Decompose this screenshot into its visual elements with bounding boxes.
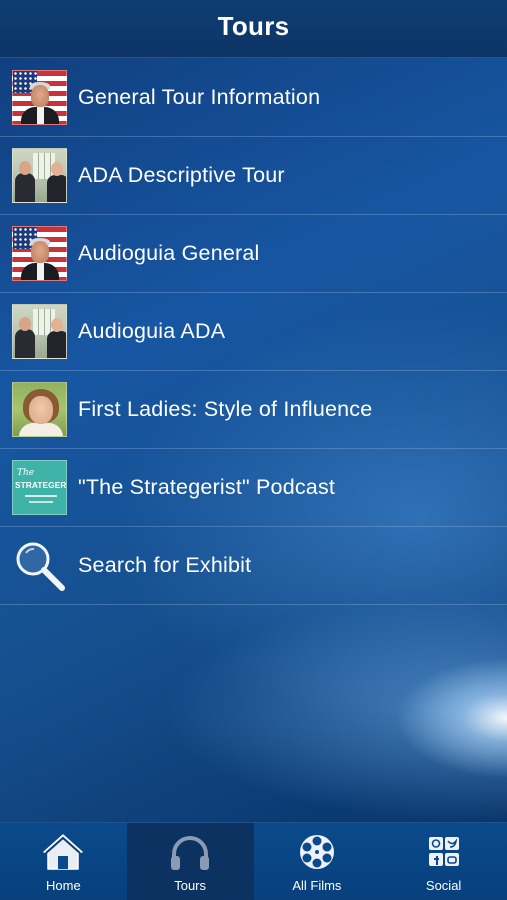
tab-social[interactable]: Social [380, 823, 507, 900]
tab-all-films[interactable]: All Films [254, 823, 381, 900]
tab-all-films-label: All Films [292, 878, 342, 893]
tour-item-audioguia-general[interactable]: Audioguia General [0, 215, 507, 293]
tour-item-label: First Ladies: Style of Influence [78, 397, 373, 421]
president-flag-photo [12, 70, 67, 125]
page-title: Tours [217, 11, 290, 41]
tour-item-label: Search for Exhibit [78, 553, 252, 577]
tab-social-label: Social [425, 878, 462, 893]
tab-tours[interactable]: Tours [126, 823, 254, 900]
tour-item-strategerist-podcast[interactable]: The STRATEGERIST "The Strategerist" Podc… [0, 449, 507, 527]
app-header: Tours [0, 0, 507, 58]
bottom-tab-bar: Home Tours All Films Social [0, 822, 507, 900]
tour-item-audioguia-ada[interactable]: Audioguia ADA [0, 293, 507, 371]
tour-item-label: ADA Descriptive Tour [78, 163, 285, 187]
tour-item-label: "The Strategerist" Podcast [78, 475, 336, 499]
search-for-exhibit-item[interactable]: Search for Exhibit [0, 527, 507, 605]
podcast-logo-line1: The [17, 468, 35, 478]
president-flag-photo [12, 226, 67, 281]
tour-item-first-ladies[interactable]: First Ladies: Style of Influence [0, 371, 507, 449]
social-grid-icon [422, 830, 466, 874]
podcast-logo-line2: STRATEGERIST [15, 480, 67, 490]
oval-office-photo [12, 304, 67, 359]
tour-item-general-tour-information[interactable]: General Tour Information [0, 59, 507, 137]
tab-tours-label: Tours [174, 878, 207, 893]
first-lady-photo [12, 382, 67, 437]
strategerist-podcast-logo: The STRATEGERIST [12, 460, 67, 515]
headphones-icon [168, 830, 212, 874]
tab-home-label: Home [46, 878, 81, 893]
tab-home[interactable]: Home [0, 823, 127, 900]
tour-item-label: Audioguia General [78, 241, 260, 265]
tour-item-label: Audioguia ADA [78, 319, 226, 343]
tour-item-label: General Tour Information [78, 85, 321, 109]
film-reel-icon [295, 830, 339, 874]
magnifier-icon [12, 538, 67, 593]
house-icon [41, 830, 85, 874]
tour-list: General Tour Information ADA Descriptive… [0, 59, 507, 605]
oval-office-photo [12, 148, 67, 203]
tour-item-ada-descriptive-tour[interactable]: ADA Descriptive Tour [0, 137, 507, 215]
